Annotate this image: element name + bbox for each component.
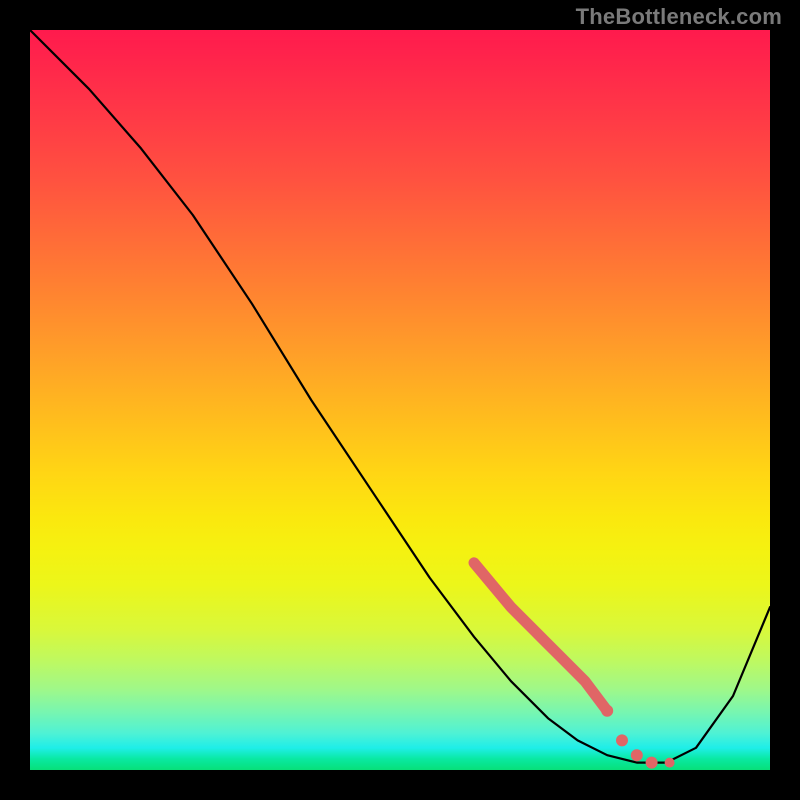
highlight-dot [601, 705, 613, 717]
chart-svg [30, 30, 770, 770]
bottleneck-curve [30, 30, 770, 763]
highlight-dot [631, 749, 643, 761]
highlight-dot [646, 757, 658, 769]
watermark-text: TheBottleneck.com [576, 4, 782, 30]
plot-area [30, 30, 770, 770]
highlight-thick-segment [474, 563, 607, 711]
highlight-dot [616, 734, 628, 746]
highlight-dot [665, 758, 675, 768]
curve-path [30, 30, 770, 763]
chart-container: TheBottleneck.com [0, 0, 800, 800]
